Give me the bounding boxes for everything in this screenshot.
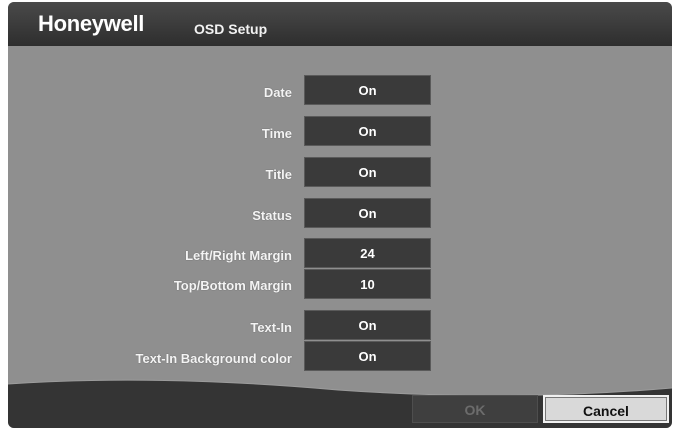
time-label: Time	[261, 126, 292, 141]
date-label: Date	[263, 85, 292, 100]
left-right-margin-field[interactable]: 24	[304, 238, 431, 268]
text-in-background-color-field[interactable]: On	[304, 341, 431, 371]
top-bottom-margin-field[interactable]: 10	[304, 269, 431, 299]
page-title: OSD Setup	[194, 21, 268, 37]
text-in-background-color-label: Text-In Background color	[135, 351, 293, 366]
time-value-field[interactable]: On	[304, 116, 431, 146]
osd-setup-window: Honeywell OSD Setup Date On Time On Titl…	[8, 2, 672, 428]
title-bar: Honeywell OSD Setup	[8, 2, 672, 46]
cancel-button[interactable]: Cancel	[543, 395, 669, 423]
text-in-value-field[interactable]: On	[304, 310, 431, 340]
brand-logo: Honeywell	[38, 11, 145, 36]
text-in-label: Text-In	[250, 320, 292, 335]
status-label: Status	[252, 208, 292, 223]
title-label: Title	[265, 167, 293, 182]
status-value-field[interactable]: On	[304, 198, 431, 228]
date-value-field[interactable]: On	[304, 75, 431, 105]
title-value-field[interactable]: On	[304, 157, 431, 187]
left-right-margin-label: Left/Right Margin	[185, 248, 292, 263]
ok-button[interactable]: OK	[412, 395, 538, 423]
top-bottom-margin-label: Top/Bottom Margin	[173, 278, 292, 293]
